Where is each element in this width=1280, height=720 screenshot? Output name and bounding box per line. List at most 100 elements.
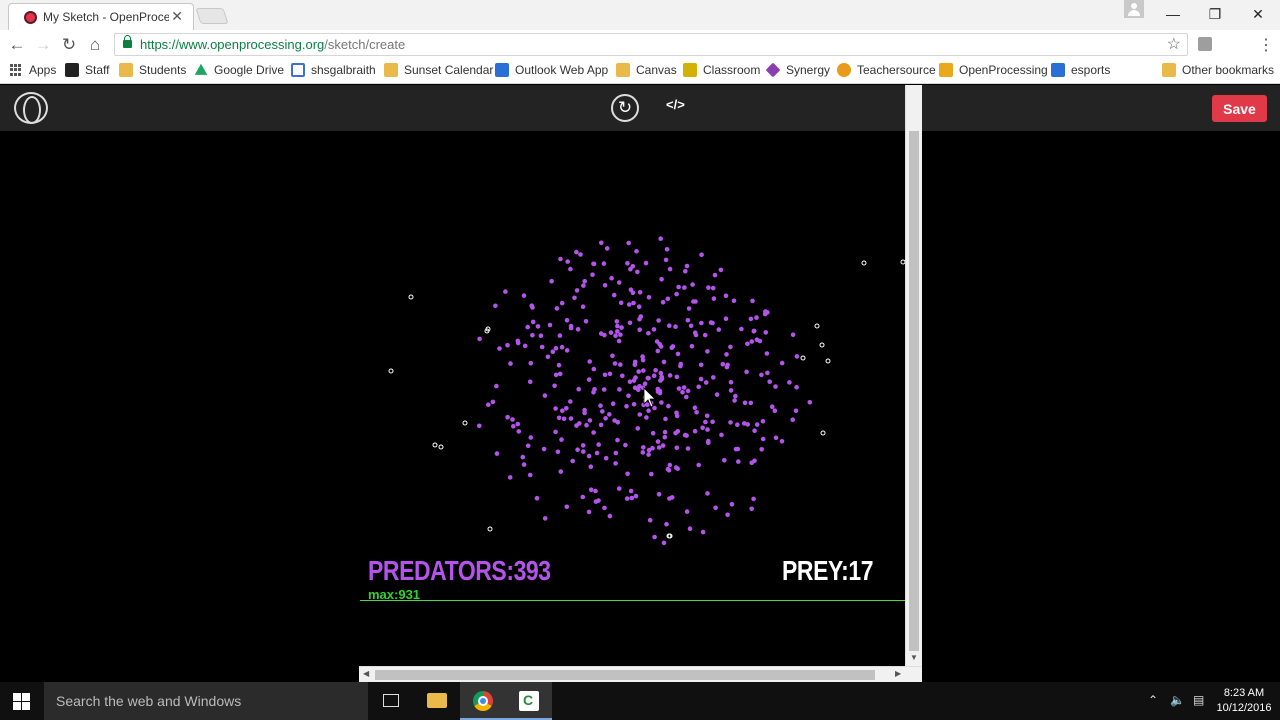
chrome-taskbar-button[interactable]: [460, 682, 506, 720]
close-window-button[interactable]: ✕: [1236, 2, 1280, 26]
predator-dot: [664, 521, 669, 527]
predator-dot: [699, 252, 704, 258]
predator-dot: [564, 504, 570, 510]
predator-dot: [702, 332, 708, 338]
address-bar[interactable]: https://www.openprocessing.org/sketch/cr…: [114, 33, 1188, 56]
predator-dot: [684, 394, 689, 400]
show-hidden-icons-icon[interactable]: ⌃: [1148, 693, 1158, 707]
vertical-scroll-thumb[interactable]: [909, 131, 919, 651]
action-center-icon[interactable]: ▤: [1193, 693, 1204, 707]
predator-dot: [586, 509, 592, 515]
predator-dot: [558, 469, 564, 474]
volume-icon[interactable]: 🔈: [1170, 693, 1185, 707]
predator-dot: [515, 340, 521, 346]
predator-dot: [593, 488, 598, 494]
predator-dot: [636, 304, 642, 309]
predator-dot: [561, 416, 567, 422]
prey-dot: [825, 358, 831, 364]
prey-dot: [814, 323, 820, 329]
forward-arrow-icon[interactable]: →: [32, 34, 54, 56]
bookmark-teachersource[interactable]: Teachersource: [837, 63, 936, 77]
predator-dot: [608, 330, 614, 335]
back-arrow-icon[interactable]: ←: [6, 34, 28, 56]
predator-dot: [598, 403, 603, 409]
predator-dot: [751, 496, 756, 502]
scroll-right-arrow-icon[interactable]: ▶: [895, 669, 901, 678]
predator-dot: [693, 299, 698, 304]
camtasia-taskbar-button[interactable]: [506, 682, 552, 720]
bookmark-classroom[interactable]: Classroom: [683, 63, 760, 77]
bookmark-canvas[interactable]: Canvas: [616, 63, 677, 77]
vertical-scrollbar[interactable]: ▼: [905, 85, 922, 666]
predator-dot: [525, 324, 530, 330]
bookmark-apps[interactable]: Apps: [10, 63, 56, 77]
bookmark-star-icon[interactable]: ☆: [1167, 34, 1181, 54]
predator-dot: [626, 240, 631, 246]
profile-icon[interactable]: [1124, 0, 1144, 18]
predator-dot: [530, 332, 535, 338]
bookmark-staff[interactable]: Staff: [65, 63, 109, 77]
reload-icon[interactable]: ↻: [58, 34, 80, 56]
prey-dot: [861, 260, 867, 266]
minimize-button[interactable]: —: [1151, 2, 1195, 26]
predator-dot: [723, 316, 729, 321]
bookmark-outlook[interactable]: Outlook Web App: [495, 63, 608, 77]
bookmark-shsgalbraith[interactable]: shsgalbraith: [291, 63, 376, 77]
predator-dot: [538, 333, 544, 338]
taskbar-clock[interactable]: 8:23 AM 10/12/2016: [1214, 686, 1274, 716]
predator-dot: [765, 370, 770, 376]
home-icon[interactable]: ⌂: [84, 34, 106, 56]
predator-dot: [582, 279, 587, 284]
bookmark-synergy[interactable]: Synergy: [765, 62, 830, 78]
browser-tab-strip: My Sketch - OpenProcess ✕ — ❐ ✕: [0, 0, 1280, 30]
predator-dot: [682, 432, 688, 438]
predator-dot: [662, 429, 668, 435]
scroll-down-arrow-icon[interactable]: ▼: [910, 653, 918, 662]
new-tab-button[interactable]: [195, 8, 229, 24]
predator-dot: [515, 421, 521, 427]
bookmark-openprocessing[interactable]: OpenProcessing: [939, 63, 1048, 77]
predator-dot: [660, 300, 666, 305]
predator-dot: [588, 487, 594, 493]
bookmark-esports[interactable]: esports: [1051, 63, 1110, 77]
predator-dot: [624, 404, 629, 409]
windows-start-icon[interactable]: [13, 693, 30, 710]
horizontal-scroll-thumb[interactable]: [375, 670, 875, 680]
predator-dot: [634, 249, 639, 254]
task-view-button[interactable]: [368, 682, 414, 720]
predator-dot: [674, 291, 679, 297]
predator-dot: [486, 402, 491, 408]
openprocessing-logo-icon[interactable]: [14, 92, 48, 124]
predator-dot: [620, 373, 625, 379]
extension-icon[interactable]: [1198, 37, 1212, 51]
predator-dot: [729, 502, 735, 507]
file-explorer-button[interactable]: [414, 682, 460, 720]
browser-tab[interactable]: My Sketch - OpenProcess ✕: [8, 3, 194, 30]
predator-dot: [642, 381, 648, 386]
predator-dot: [627, 320, 633, 326]
save-button[interactable]: Save: [1212, 95, 1267, 122]
predator-dot: [723, 293, 729, 299]
restore-button[interactable]: ❐: [1193, 2, 1237, 26]
predator-dot: [497, 346, 502, 351]
bookmark-students[interactable]: Students: [119, 63, 186, 77]
predator-dot: [507, 475, 513, 480]
horizontal-scrollbar[interactable]: ◀ ▶: [359, 666, 922, 682]
predator-dot: [586, 377, 592, 382]
bookmark-sunset-calendar[interactable]: Sunset Calendar: [384, 63, 493, 77]
predator-dot: [749, 506, 754, 512]
close-tab-icon[interactable]: ✕: [171, 8, 183, 25]
predator-dot: [641, 368, 646, 373]
code-icon[interactable]: </>: [666, 97, 685, 112]
other-bookmarks[interactable]: Other bookmarks: [1162, 63, 1274, 77]
predator-dot: [583, 319, 589, 324]
chrome-menu-icon[interactable]: ⋮: [1258, 35, 1274, 55]
predator-dot: [674, 445, 680, 451]
predator-dot: [680, 390, 685, 395]
scroll-left-arrow-icon[interactable]: ◀: [363, 669, 369, 678]
bookmark-google-drive[interactable]: Google Drive: [194, 63, 284, 77]
taskbar-search[interactable]: Search the web and Windows: [44, 682, 368, 720]
predator-dot: [494, 383, 499, 389]
replay-icon[interactable]: ↻: [611, 94, 639, 122]
predator-dot: [631, 402, 637, 407]
